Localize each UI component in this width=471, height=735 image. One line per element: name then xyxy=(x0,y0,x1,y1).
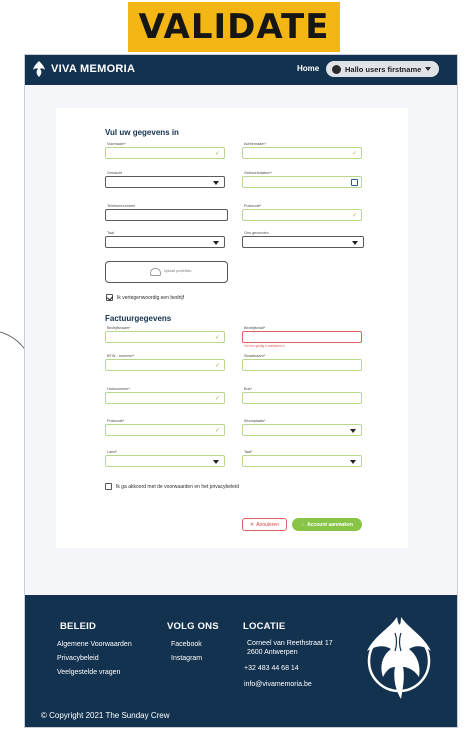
birthdate-input[interactable] xyxy=(242,176,362,188)
chevron-down-icon xyxy=(213,181,219,185)
footer-policy-title: BELEID xyxy=(60,621,97,632)
company-name-label: Bedrijfsnaam* xyxy=(107,326,131,330)
user-avatar-icon xyxy=(332,64,341,74)
birthdate-label: Geboortedatum* xyxy=(244,171,272,175)
footer-address-line1: Corneel van Reethstraat 17 xyxy=(247,640,333,647)
footer-address-line2: 2600 Antwerpen xyxy=(247,649,298,656)
company-email-input[interactable] xyxy=(242,331,362,343)
valid-check-icon: ✓ xyxy=(214,428,220,434)
street-label: Straatnaam* xyxy=(244,354,266,358)
app-window: VIVA MEMORIA Home Hallo users firstname … xyxy=(24,54,458,728)
bus-label: Bus* xyxy=(244,387,253,391)
nav-home-link[interactable]: Home xyxy=(297,64,319,73)
user-greeting: Hallo users firstname xyxy=(345,64,422,74)
language-select[interactable] xyxy=(105,236,225,248)
chevron-down-icon xyxy=(350,460,356,464)
footer-link-faq[interactable]: Veelgestelde vragen xyxy=(57,669,120,676)
company-checkbox[interactable] xyxy=(106,294,113,301)
spinner-icon: ◌ xyxy=(301,521,305,528)
valid-check-icon: ✓ xyxy=(214,335,220,341)
user-menu-dropdown[interactable]: Hallo users firstname xyxy=(326,61,439,77)
validate-banner: VALIDATE xyxy=(128,2,340,52)
chevron-down-icon xyxy=(425,67,431,71)
terms-checkbox-label: Ik ga akkoord met de voorwaarden en het … xyxy=(116,483,239,490)
gender-select[interactable] xyxy=(105,176,225,188)
footer-location-title: LOCATIE xyxy=(243,621,286,632)
phoenix-logo-icon xyxy=(33,61,45,77)
language-label: Taal xyxy=(107,231,114,235)
site-footer: BELEID Algemene Voorwaarden Privacybelei… xyxy=(25,595,457,727)
footer-link-privacy[interactable]: Privacybeleid xyxy=(57,655,99,662)
footer-email[interactable]: info@vivamemoria.be xyxy=(244,681,312,688)
firstname-label: Voornaam* xyxy=(107,142,126,146)
billing-postcode-input[interactable]: ✓ xyxy=(105,424,225,436)
screen: VALIDATE VIVA MEMORIA Home Hallo users f… xyxy=(0,0,471,735)
country-label: Land* xyxy=(107,450,117,454)
country-select[interactable] xyxy=(105,455,225,467)
company-checkbox-row[interactable]: Ik vertegenwoordig een bedrijf xyxy=(106,294,184,301)
postcode-input[interactable]: ✓ xyxy=(242,209,362,221)
valid-check-icon: ✓ xyxy=(214,363,220,369)
vat-label: BTW - nummer* xyxy=(107,354,135,358)
create-account-button[interactable]: ◌ Account aanmaken xyxy=(292,518,362,531)
vat-input[interactable]: ✓ xyxy=(105,359,225,371)
company-checkbox-label: Ik vertegenwoordig een bedrijf xyxy=(117,294,184,301)
city-select[interactable] xyxy=(242,424,362,436)
chevron-down-icon xyxy=(213,460,219,464)
footer-copyright: © Copyright 2021 The Sunday Crew xyxy=(41,711,170,720)
found-us-select[interactable] xyxy=(242,236,364,248)
brand-name: VIVA MEMORIA xyxy=(51,63,136,75)
footer-link-instagram[interactable]: Instagram xyxy=(171,655,202,662)
billing-language-label: Taal* xyxy=(244,450,253,454)
phone-input[interactable] xyxy=(105,209,228,221)
valid-check-icon: ✓ xyxy=(351,151,357,157)
phoenix-emblem-icon xyxy=(367,617,431,699)
create-account-button-label: Account aanmaken xyxy=(307,521,353,528)
valid-check-icon: ✓ xyxy=(214,396,220,402)
chevron-down-icon xyxy=(213,241,219,245)
billing-language-select[interactable] xyxy=(242,455,362,467)
chevron-down-icon xyxy=(350,429,356,433)
bus-input[interactable] xyxy=(242,392,362,404)
chevron-down-icon xyxy=(352,241,358,245)
house-number-label: Huisnummer* xyxy=(107,387,130,391)
profile-photo-upload[interactable]: Upload profielfoto xyxy=(105,261,228,283)
street-input[interactable] xyxy=(242,359,362,371)
footer-link-terms[interactable]: Algemene Voorwaarden xyxy=(57,641,132,648)
close-icon: ✕ xyxy=(250,521,255,528)
cancel-button[interactable]: ✕ Annuleren xyxy=(242,518,287,531)
firstname-input[interactable]: ✓ xyxy=(105,147,225,159)
lastname-label: Achternaam* xyxy=(244,142,266,146)
cancel-button-label: Annuleren xyxy=(256,521,279,528)
registration-form-card: Vul uw gegevens in Voornaam* ✓ Achternaa… xyxy=(56,108,408,548)
brand-logo[interactable]: VIVA MEMORIA xyxy=(31,60,135,78)
company-email-error: Vul een geldig e-mailadres in xyxy=(244,344,285,348)
company-email-label: Bedrijfsmail* xyxy=(244,326,266,330)
company-name-input[interactable]: ✓ xyxy=(105,331,225,343)
calendar-icon[interactable] xyxy=(351,179,358,186)
billing-section-title: Factuurgegevens xyxy=(105,314,172,323)
valid-check-icon: ✓ xyxy=(214,151,220,157)
postcode-label: Postcode* xyxy=(244,204,262,208)
found-us-label: Ons gevonden xyxy=(244,231,269,235)
city-label: Woonplaats* xyxy=(244,419,266,423)
valid-check-icon: ✓ xyxy=(351,213,357,219)
footer-phone[interactable]: +32 483 44 68 14 xyxy=(244,665,299,672)
cloud-upload-icon xyxy=(150,268,161,276)
footer-link-facebook[interactable]: Facebook xyxy=(171,641,202,648)
terms-checkbox[interactable] xyxy=(105,483,112,490)
footer-follow-title: VOLG ONS xyxy=(167,621,219,632)
billing-postcode-label: Postcode* xyxy=(107,419,125,423)
terms-checkbox-row[interactable]: Ik ga akkoord met de voorwaarden en het … xyxy=(105,483,239,490)
validate-banner-label: VALIDATE xyxy=(138,7,330,47)
house-number-input[interactable]: ✓ xyxy=(105,392,225,404)
personal-section-title: Vul uw gegevens in xyxy=(105,128,179,137)
gender-label: Geslacht xyxy=(107,171,122,175)
top-navbar: VIVA MEMORIA Home Hallo users firstname xyxy=(25,55,457,85)
upload-text: Upload profielfoto xyxy=(164,269,192,273)
phone-label: Telefoonnummer xyxy=(107,204,136,208)
lastname-input[interactable]: ✓ xyxy=(242,147,362,159)
